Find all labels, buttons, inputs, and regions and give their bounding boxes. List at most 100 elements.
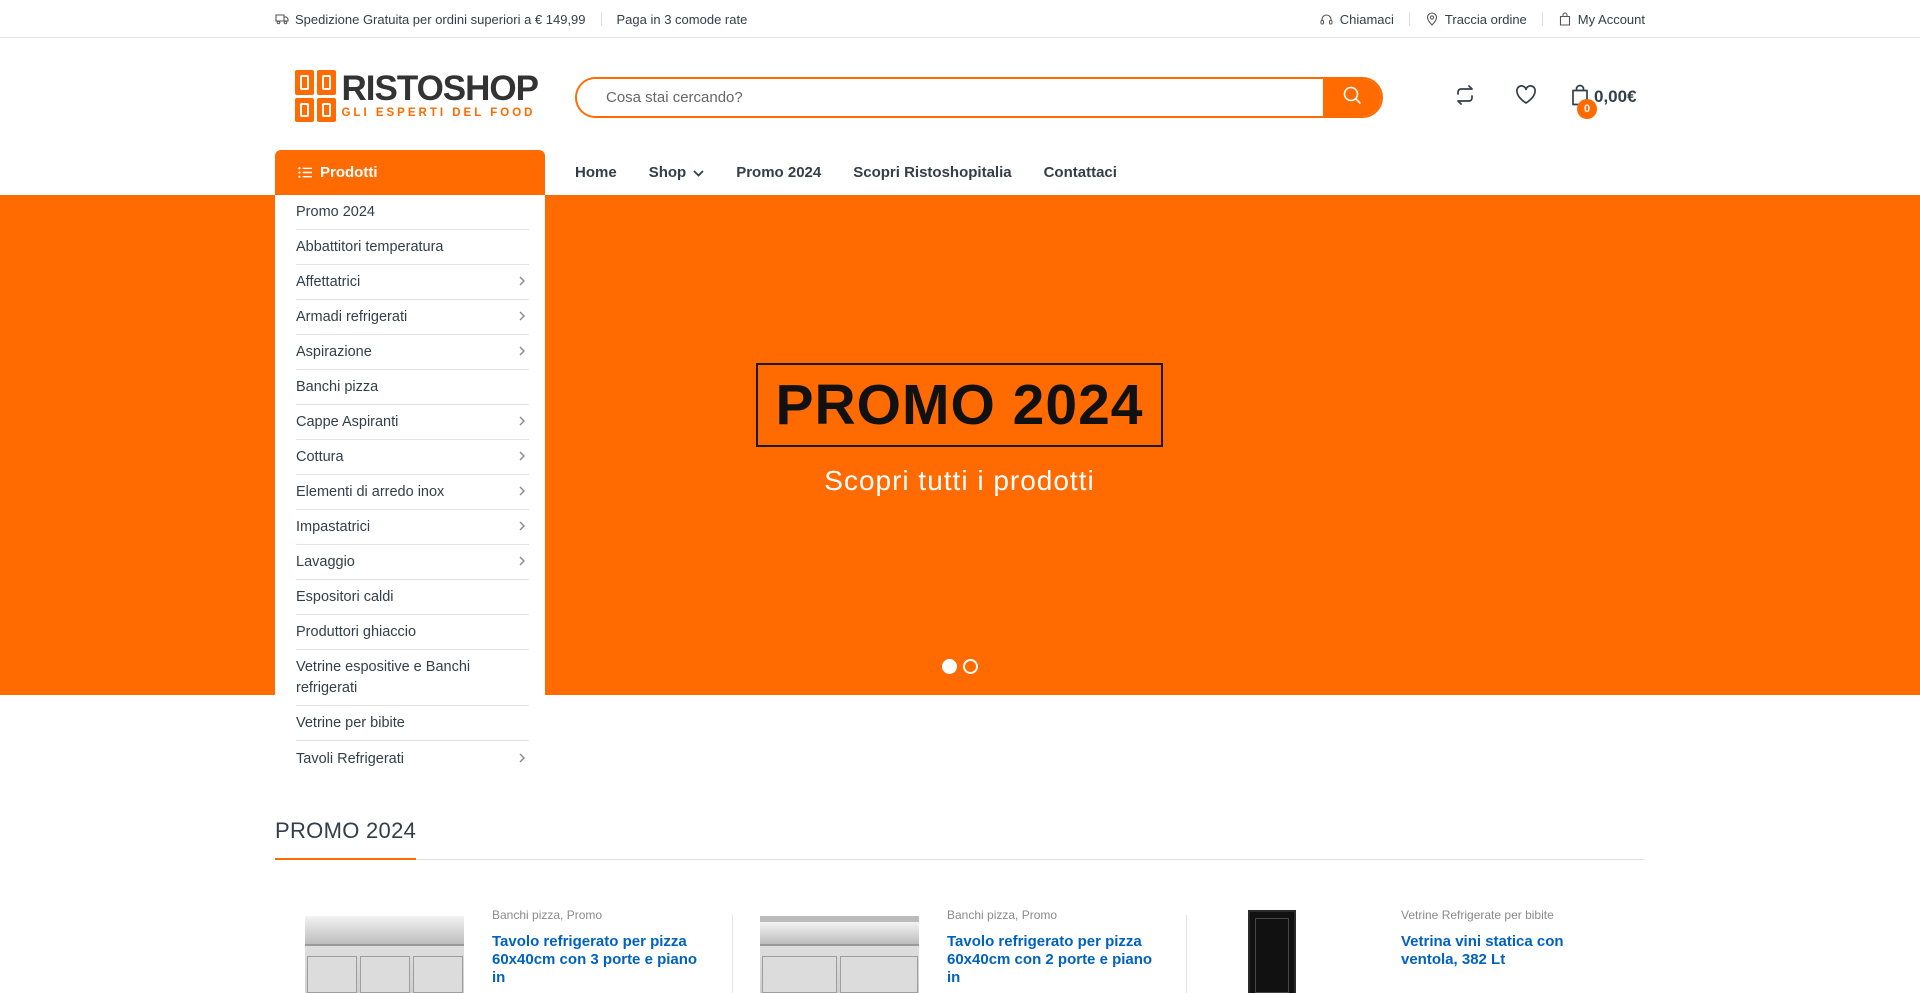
category-item[interactable]: Banchi pizza — [296, 370, 529, 405]
category-item[interactable]: Cappe Aspiranti — [296, 405, 529, 440]
wishlist-button[interactable] — [1511, 82, 1541, 112]
slider-dot[interactable] — [963, 659, 978, 674]
hero-title: PROMO 2024 — [756, 363, 1163, 447]
product-title[interactable]: Vetrina vini statica con ventola, 382 Lt — [1401, 933, 1616, 969]
section-title-underline — [275, 858, 416, 860]
call-link[interactable]: Chiamaci — [1320, 12, 1394, 27]
category-item[interactable]: Impastatrici — [296, 510, 529, 545]
category-item[interactable]: Vetrine per bibite — [296, 706, 529, 741]
category-item[interactable]: Abbattitori temperatura — [296, 230, 529, 265]
track-order-link[interactable]: Traccia ordine — [1425, 12, 1527, 27]
chevron-right-icon — [519, 554, 525, 570]
products-menu-label: Prodotti — [320, 164, 378, 181]
category-label: Banchi pizza — [296, 379, 379, 395]
search-input[interactable] — [577, 79, 1323, 116]
top-bar: Spedizione Gratuita per ordini superiori… — [0, 0, 1920, 38]
category-label: Tavoli Refrigerati — [296, 750, 404, 767]
chevron-right-icon — [519, 751, 525, 767]
chevron-right-icon — [519, 309, 525, 325]
search-bar — [575, 77, 1383, 118]
chevron-right-icon — [519, 484, 525, 500]
cart-count-badge: 0 — [1577, 99, 1597, 119]
nav-scopri-ristoshopitalia[interactable]: Scopri Ristoshopitalia — [853, 164, 1011, 181]
nav-shop-label: Shop — [648, 164, 687, 181]
product-category-link[interactable]: Banchi pizza — [947, 908, 1015, 922]
brand-tagline: GLI ESPERTI DEL FOOD — [341, 107, 536, 119]
nav-promo-label: Promo 2024 — [736, 164, 822, 181]
category-item[interactable]: Tavoli Refrigerati — [296, 741, 529, 776]
divider — [732, 915, 733, 993]
chevron-right-icon — [519, 274, 525, 290]
hero-subtitle: Scopri tutti i prodotti — [824, 465, 1095, 496]
category-item[interactable]: Promo 2024 — [296, 195, 529, 230]
category-label: Espositori caldi — [296, 589, 394, 605]
cart-button[interactable]: 0 0,00€ — [1570, 82, 1637, 119]
chevron-right-icon — [519, 344, 525, 360]
map-pin-icon — [1425, 12, 1439, 26]
product-categories: Vetrine Refrigerate per bibite — [1401, 908, 1554, 922]
product-image[interactable] — [1248, 910, 1298, 993]
site-logo[interactable]: RISTOSHOP GLI ESPERTI DEL FOOD — [295, 69, 539, 122]
slider-pagination — [942, 659, 978, 674]
product-category-link[interactable]: Banchi pizza — [492, 908, 560, 922]
brand-name: RISTOSHOP — [341, 69, 539, 108]
product-card[interactable]: Banchi pizza, Promo Tavolo refrigerato p… — [760, 908, 1180, 993]
category-item[interactable]: Elementi di arredo inox — [296, 475, 529, 510]
category-item[interactable]: Affettatrici — [296, 265, 529, 300]
category-item[interactable]: Vetrine espositive e Banchi refrigerati — [296, 650, 529, 706]
category-label: Abbattitori temperatura — [296, 239, 444, 255]
category-item[interactable]: Espositori caldi — [296, 580, 529, 615]
nav-promo-2024[interactable]: Promo 2024 — [736, 164, 821, 181]
my-account-label: My Account — [1577, 11, 1645, 27]
chevron-down-icon — [693, 164, 704, 181]
section-title: PROMO 2024 — [275, 818, 417, 843]
divider — [1408, 12, 1410, 26]
logo-mark — [295, 70, 337, 122]
category-label: Aspirazione — [296, 344, 372, 360]
products-menu-button[interactable]: Prodotti — [275, 150, 545, 195]
heart-icon — [1515, 84, 1537, 110]
divider — [1541, 12, 1543, 26]
free-shipping-notice: Spedizione Gratuita per ordini superiori… — [275, 12, 586, 27]
divider — [1186, 915, 1187, 993]
category-label: Vetrine espositive e Banchi refrigerati — [296, 658, 471, 696]
cart-total: 0,00€ — [1594, 87, 1637, 106]
nav-contattaci[interactable]: Contattaci — [1044, 164, 1117, 181]
my-account-link[interactable]: My Account — [1558, 12, 1645, 27]
nav-shop[interactable]: Shop — [649, 164, 705, 181]
search-button[interactable] — [1323, 79, 1381, 116]
nav-home[interactable]: Home — [575, 164, 617, 181]
compare-icon — [1454, 84, 1476, 110]
category-item[interactable]: Lavaggio — [296, 545, 529, 580]
nav-scopri-label: Scopri Ristoshopitalia — [853, 164, 1012, 181]
category-item[interactable]: Produttori ghiaccio — [296, 615, 529, 650]
compare-button[interactable] — [1450, 82, 1480, 112]
category-label: Cappe Aspiranti — [296, 414, 399, 430]
product-category-link[interactable]: Promo — [567, 908, 602, 922]
product-title[interactable]: Tavolo refrigerato per pizza 60x40cm con… — [492, 933, 707, 987]
chevron-right-icon — [519, 449, 525, 465]
product-category-link[interactable]: Promo — [1022, 908, 1057, 922]
slider-dot[interactable] — [942, 659, 957, 674]
category-label: Vetrine per bibite — [296, 715, 405, 731]
chevron-right-icon — [519, 519, 525, 535]
product-title[interactable]: Tavolo refrigerato per pizza 60x40cm con… — [947, 933, 1162, 987]
product-card[interactable]: Vetrine Refrigerate per bibite Vetrina v… — [1215, 908, 1635, 993]
list-icon — [298, 166, 312, 180]
category-item[interactable]: Cottura — [296, 440, 529, 475]
category-label: Armadi refrigerati — [296, 309, 408, 325]
product-image[interactable] — [305, 916, 464, 993]
search-icon — [1342, 85, 1362, 110]
category-item[interactable]: Armadi refrigerati — [296, 300, 529, 335]
product-category-link[interactable]: Vetrine Refrigerate per bibite — [1401, 908, 1554, 922]
chevron-right-icon — [519, 414, 525, 430]
category-item[interactable]: Aspirazione — [296, 335, 529, 370]
product-card[interactable]: Banchi pizza, Promo Tavolo refrigerato p… — [305, 908, 725, 993]
nav-home-label: Home — [575, 164, 617, 181]
product-image[interactable] — [760, 916, 919, 993]
headset-icon — [1320, 12, 1334, 26]
free-shipping-text: Spedizione Gratuita per ordini superiori… — [295, 11, 586, 27]
category-label: Produttori ghiaccio — [296, 624, 417, 640]
category-label: Cottura — [296, 449, 344, 465]
category-label: Affettatrici — [296, 274, 361, 290]
